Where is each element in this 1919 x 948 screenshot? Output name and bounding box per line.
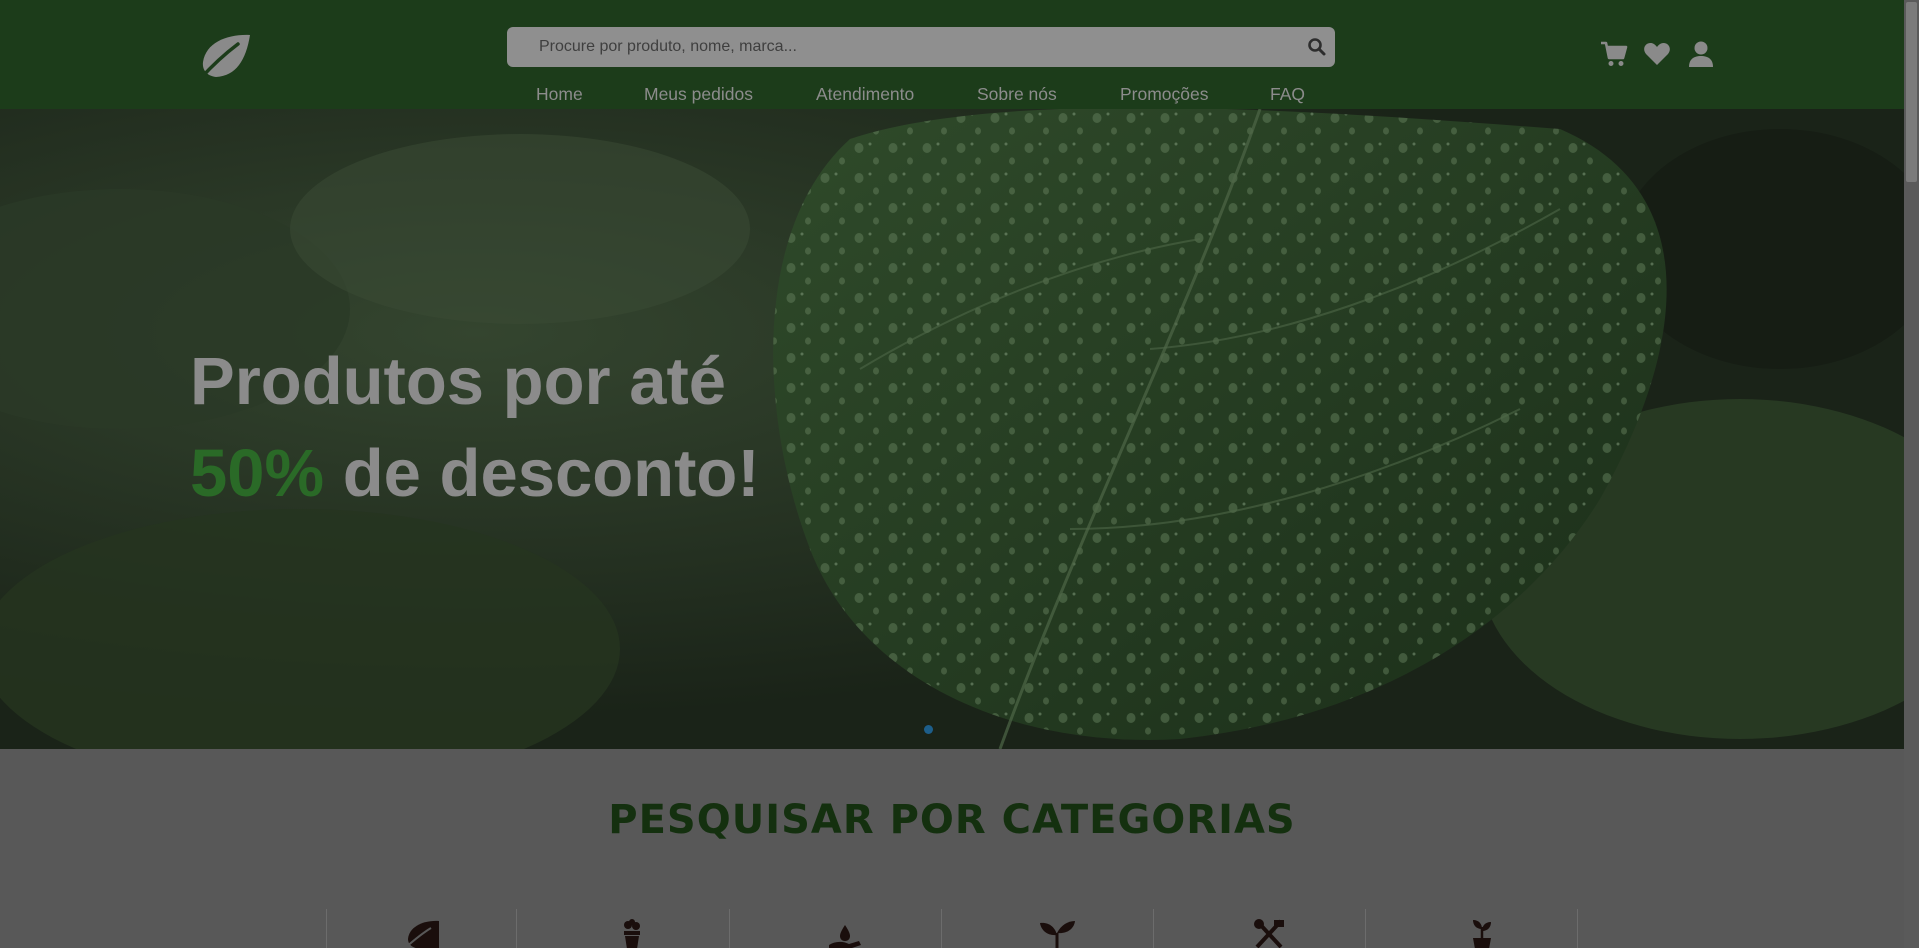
hero-headline: Produtos por até 50% de desconto! <box>190 336 760 520</box>
scrollbar-thumb[interactable] <box>1906 2 1917 182</box>
category-divider <box>1153 909 1154 948</box>
hero-headline-line2: 50% de desconto! <box>190 428 760 520</box>
category-divider <box>1365 909 1366 948</box>
category-divider <box>941 909 942 948</box>
search-input[interactable] <box>507 27 1297 67</box>
categories-title: PESQUISAR POR CATEGORIAS <box>608 797 1296 843</box>
user-icon[interactable] <box>1687 40 1715 68</box>
category-potted-plant-icon[interactable] <box>612 919 652 948</box>
category-seedling-pot-icon[interactable] <box>1462 919 1502 948</box>
carousel-indicator[interactable] <box>924 725 933 734</box>
cart-icon[interactable] <box>1600 40 1628 68</box>
search-icon[interactable] <box>1307 37 1327 57</box>
nav-link-faq[interactable]: FAQ <box>1270 84 1305 105</box>
category-watering-icon[interactable] <box>825 919 865 948</box>
leaf-icon[interactable] <box>198 32 253 80</box>
heart-icon[interactable] <box>1643 40 1671 68</box>
category-garden-tools-icon[interactable] <box>1249 919 1289 948</box>
category-sprout-icon[interactable] <box>1037 919 1077 948</box>
nav-link-home[interactable]: Home <box>536 84 583 105</box>
nav-link-meus-pedidos[interactable]: Meus pedidos <box>644 84 753 105</box>
page: Home Meus pedidos Atendimento Sobre nós … <box>0 0 1904 948</box>
hero-headline-line2-text: de desconto! <box>324 436 760 511</box>
category-divider <box>516 909 517 948</box>
category-leaf-icon[interactable] <box>403 919 443 948</box>
header: Home Meus pedidos Atendimento Sobre nós … <box>0 0 1904 109</box>
hero-discount-value: 50% <box>190 436 325 511</box>
nav-link-sobre-nos[interactable]: Sobre nós <box>977 84 1057 105</box>
category-divider <box>326 909 327 948</box>
category-divider <box>1577 909 1578 948</box>
search-bar <box>507 27 1335 67</box>
nav-link-atendimento[interactable]: Atendimento <box>816 84 914 105</box>
nav-link-promocoes[interactable]: Promoções <box>1120 84 1209 105</box>
categories-section: PESQUISAR POR CATEGORIAS <box>0 749 1904 948</box>
category-divider <box>729 909 730 948</box>
hero-headline-line1: Produtos por até <box>190 344 727 419</box>
hero-banner: Produtos por até 50% de desconto! <box>0 109 1904 749</box>
